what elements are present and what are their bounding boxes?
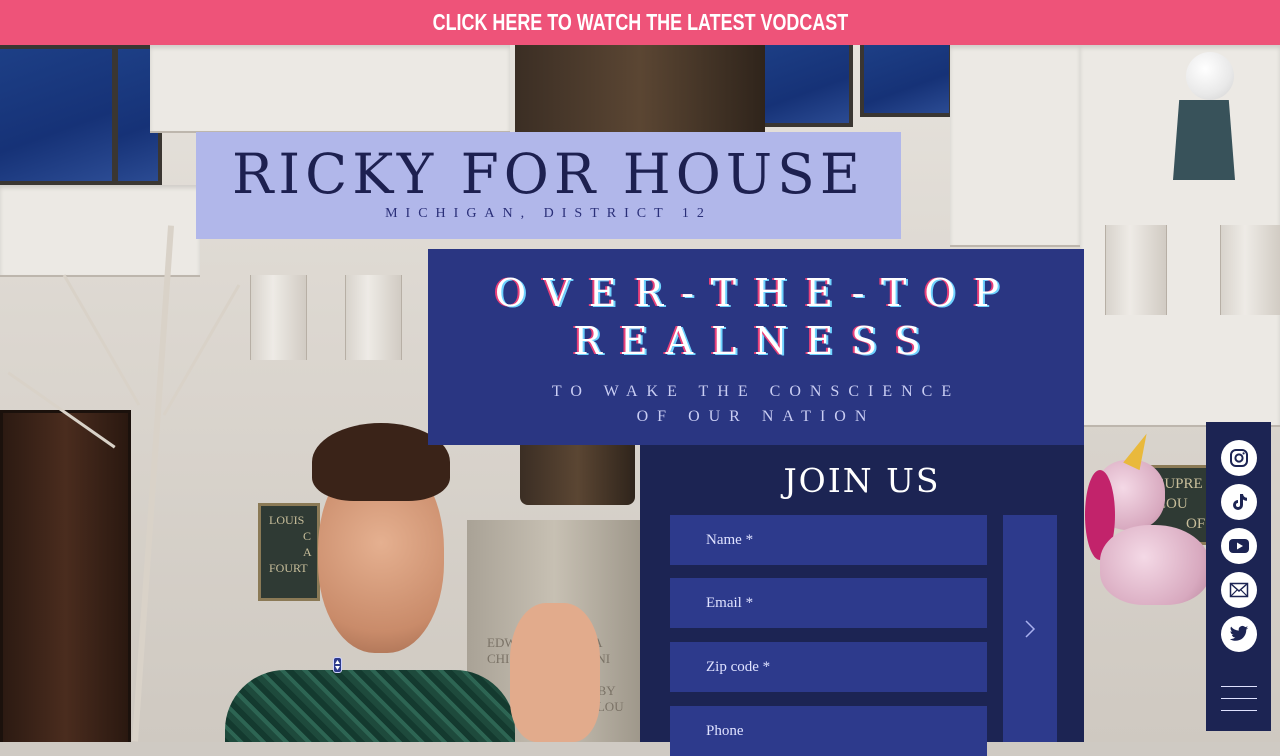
zip-code-field[interactable] — [670, 642, 987, 692]
column — [250, 275, 307, 360]
slogan-line-1: OVER-THE-TOP — [494, 271, 1018, 315]
banner-text: CLICK HERE TO WATCH THE LATEST VODCAST — [432, 9, 848, 35]
person-hand — [510, 603, 600, 742]
plaque-text: LOUIS — [269, 513, 305, 527]
slogan-sub-1: TO WAKE THE CONSCIENCE — [551, 383, 961, 400]
slogan-sub-2: OF OUR NATION — [636, 408, 876, 425]
zip-code-stepper[interactable] — [333, 657, 342, 673]
lamp-base — [1173, 100, 1235, 180]
twitter-icon — [1229, 625, 1249, 641]
mail-icon — [1229, 582, 1249, 598]
stone-wall — [950, 45, 1080, 247]
plaque-text: A — [303, 545, 312, 559]
stone-wall — [150, 45, 510, 133]
youtube-icon — [1229, 539, 1249, 553]
lamp — [1186, 52, 1234, 100]
phone-field[interactable] — [670, 706, 987, 756]
tree-branch — [62, 274, 141, 406]
door — [0, 410, 131, 742]
stepper-arrows-icon — [335, 660, 340, 670]
plaque-text: C — [303, 529, 312, 543]
tiktok-icon — [1233, 494, 1247, 510]
name-field[interactable] — [670, 515, 987, 565]
hamburger-menu-icon[interactable] — [1221, 686, 1257, 714]
column — [1220, 225, 1280, 315]
instagram-icon — [1230, 449, 1248, 467]
plaque-text: FOURT — [269, 561, 308, 575]
instagram-link[interactable] — [1221, 440, 1257, 476]
person-shirt — [225, 670, 515, 742]
slogan-box: OVER-THE-TOP REALNESS TO WAKE THE CONSCI… — [428, 249, 1084, 445]
chevron-right-icon — [1025, 619, 1036, 638]
window — [860, 45, 953, 117]
email-field[interactable] — [670, 578, 987, 628]
social-sidebar — [1206, 422, 1271, 731]
unicorn-body — [1100, 525, 1210, 605]
vodcast-banner-link[interactable]: CLICK HERE TO WATCH THE LATEST VODCAST — [0, 0, 1280, 45]
statue-base — [520, 435, 635, 505]
title-box: RICKY FOR HOUSE MICHIGAN, DISTRICT 12 — [196, 132, 901, 239]
window — [0, 45, 116, 185]
column — [345, 275, 402, 360]
twitter-link[interactable] — [1221, 616, 1257, 652]
tiktok-link[interactable] — [1221, 484, 1257, 520]
site-title: RICKY FOR HOUSE — [231, 142, 865, 206]
join-form: JOIN US — [640, 445, 1084, 756]
plaque-left: LOUIS C A FOURT — [258, 503, 320, 601]
mail-link[interactable] — [1221, 572, 1257, 608]
tree-branch — [162, 284, 241, 416]
tree — [131, 225, 175, 742]
column — [1105, 225, 1167, 315]
slogan-line-2: REALNESS — [573, 319, 939, 363]
youtube-link[interactable] — [1221, 528, 1257, 564]
district-subtitle: MICHIGAN, DISTRICT 12 — [385, 206, 712, 221]
join-heading: JOIN US — [783, 461, 941, 500]
submit-button[interactable] — [1003, 515, 1057, 742]
